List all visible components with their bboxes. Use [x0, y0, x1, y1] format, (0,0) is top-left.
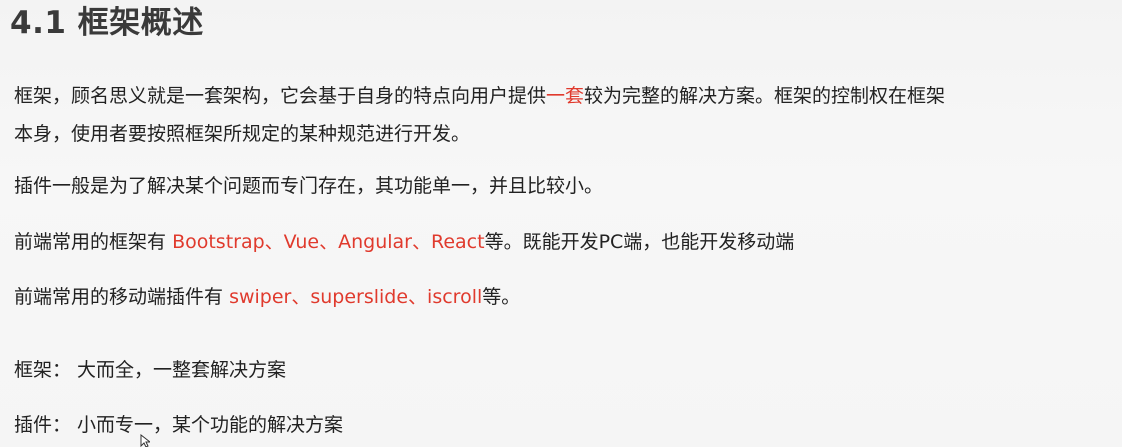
frameworks-suffix: 等。既能开发PC端，也能开发移动端 [484, 231, 795, 253]
plugins-prefix: 前端常用的移动端插件有 [14, 286, 224, 308]
frameworks-prefix: 前端常用的框架有 [14, 231, 167, 253]
frameworks-list: Bootstrap、Vue、Angular、React [172, 231, 485, 253]
slide-page: 4.1 框架概述 框架，顾名思义就是一套架构，它会基于自身的特点向用户提供一套较… [0, 0, 1122, 447]
summary-plugin: 插件： 小而专一，某个功能的解决方案 [14, 414, 344, 436]
section-title: 4.1 框架概述 [10, 5, 204, 41]
mouse-cursor-icon [140, 434, 150, 447]
definition-text-b: 较为完整的解决方案。框架的控制权在框架 [584, 85, 946, 107]
summary-framework: 框架： 大而全，一整套解决方案 [14, 359, 287, 381]
paragraph-common-plugins: 前端常用的移动端插件有 swiper、superslide、iscroll等。 [14, 283, 520, 311]
definition-highlight: 一套 [546, 85, 585, 107]
paragraph-common-frameworks: 前端常用的框架有 Bootstrap、Vue、Angular、React等。既能… [14, 228, 794, 256]
paragraph-plugin-definition: 插件一般是为了解决某个问题而专门存在，其功能单一，并且比较小。 [14, 175, 604, 197]
paragraph-framework-definition-line2: 本身，使用者要按照框架所规定的某种规范进行开发。 [14, 123, 471, 145]
plugins-list: swiper、superslide、iscroll [229, 286, 483, 308]
paragraph-framework-definition-line1: 框架，顾名思义就是一套架构，它会基于自身的特点向用户提供一套较为完整的解决方案。… [14, 82, 945, 110]
definition-text-a: 框架，顾名思义就是一套架构，它会基于自身的特点向用户提供 [14, 85, 547, 107]
plugins-suffix: 等。 [482, 286, 521, 308]
